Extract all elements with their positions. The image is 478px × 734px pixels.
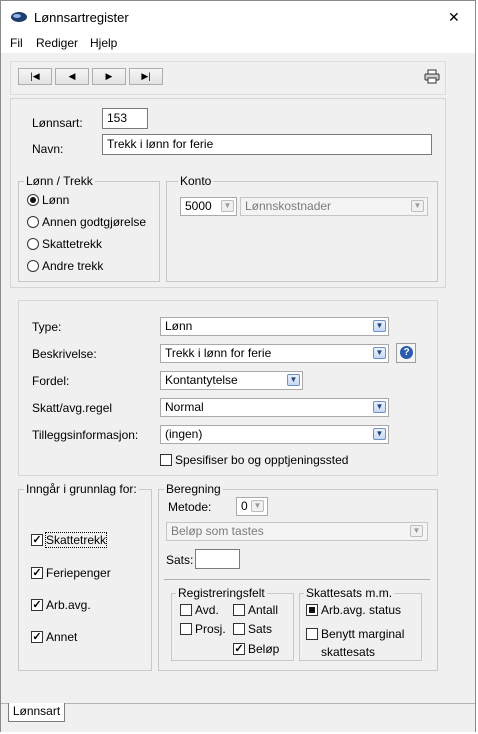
belop-select: Beløp som tastes <box>166 522 428 541</box>
spesifiser-label: Spesifiser bo og opptjeningssted <box>175 453 349 467</box>
belop-dropdown: ▼ <box>410 525 423 537</box>
type-select[interactable]: Lønn <box>160 317 389 336</box>
skatt-select[interactable]: Normal <box>160 398 389 417</box>
type-dropdown[interactable]: ▼ <box>373 320 386 332</box>
konto-number-dropdown[interactable]: ▼ <box>221 200 234 212</box>
menu-rediger[interactable]: Rediger <box>36 36 78 50</box>
radio-annen-godtgjorelse[interactable] <box>27 216 39 228</box>
konto-legend: Konto <box>178 174 214 188</box>
sats-field[interactable] <box>195 549 240 569</box>
konto-name-select: Lønnskostnader <box>240 197 428 216</box>
feriepenger-checkbox[interactable]: ✓ <box>31 567 43 579</box>
annet-label: Annet <box>46 630 78 644</box>
help-icon: ? <box>400 346 413 359</box>
menu-hjelp[interactable]: Hjelp <box>90 36 117 50</box>
avd-label: Avd. <box>195 603 219 617</box>
last-record-button[interactable]: ▶| <box>129 68 163 85</box>
tillegg-select[interactable]: (ingen) <box>160 425 389 444</box>
lonn-trekk-legend: Lønn / Trekk <box>24 174 95 188</box>
grunnlag-legend: Inngår i grunnlag for: <box>24 482 139 496</box>
grunnlag-group <box>18 489 152 671</box>
beskrivelse-label: Beskrivelse: <box>32 347 97 361</box>
lonnsart-label: Lønnsart: <box>32 116 83 130</box>
previous-record-button[interactable]: ◀ <box>55 68 89 85</box>
window-title: Lønnsartregister <box>34 10 129 25</box>
radio-lonn[interactable] <box>27 194 39 206</box>
metode-label: Metode: <box>168 500 212 514</box>
menu-fil[interactable]: Fil <box>10 36 23 50</box>
navn-field[interactable]: Trekk i lønn for ferie <box>102 134 432 155</box>
beskrivelse-dropdown[interactable]: ▼ <box>373 347 386 359</box>
annet-checkbox[interactable]: ✓ <box>31 631 43 643</box>
tillegg-label: Tilleggsinformasjon: <box>32 428 139 442</box>
lonnsart-field[interactable]: 153 <box>102 108 148 129</box>
prosj-label: Prosj. <box>195 622 226 636</box>
beregning-legend: Beregning <box>164 482 223 496</box>
marginal-checkbox[interactable] <box>306 628 318 640</box>
antall-checkbox[interactable] <box>233 604 245 616</box>
antall-label: Antall <box>248 603 279 617</box>
skatt-dropdown[interactable]: ▼ <box>373 401 386 413</box>
beregning-divider <box>164 579 430 580</box>
type-label: Type: <box>32 320 62 334</box>
navn-label: Navn: <box>32 142 64 156</box>
feriepenger-label: Feriepenger <box>46 566 111 580</box>
close-icon[interactable]: ✕ <box>448 9 460 26</box>
tillegg-dropdown[interactable]: ▼ <box>373 428 386 440</box>
avd-checkbox[interactable] <box>180 604 192 616</box>
marginal-label-line1: Benytt marginal <box>321 627 405 641</box>
konto-name-dropdown: ▼ <box>411 200 424 212</box>
next-record-button[interactable]: ▶ <box>92 68 126 85</box>
fordel-label: Fordel: <box>32 374 70 388</box>
fordel-dropdown[interactable]: ▼ <box>287 374 300 386</box>
printer-icon[interactable] <box>424 69 440 84</box>
belop-label: Beløp <box>248 642 280 656</box>
arbavg-status-label: Arb.avg. status <box>321 603 402 617</box>
sats-label: Sats: <box>166 553 194 567</box>
first-record-button[interactable]: |◀ <box>18 68 52 85</box>
skatt-label: Skatt/avg.regel <box>32 401 113 415</box>
beskrivelse-select[interactable]: Trekk i lønn for ferie <box>160 344 389 363</box>
radio-annen-godtgjorelse-label: Annen godtgjørelse <box>42 215 147 229</box>
metode-dropdown[interactable]: ▼ <box>251 500 264 512</box>
radio-skattetrekk-label: Skattetrekk <box>42 237 103 251</box>
arbavg-status-checkbox[interactable] <box>306 604 318 616</box>
radio-andre-trekk-label: Andre trekk <box>42 259 104 273</box>
belop-checkbox[interactable]: ✓ <box>233 643 245 655</box>
fordel-select[interactable]: Kontantytelse <box>160 371 303 390</box>
spesifiser-checkbox[interactable] <box>160 454 172 466</box>
tab-lonnsart[interactable]: Lønnsart <box>8 703 65 722</box>
tab-strip <box>1 703 475 732</box>
sats-checkbox-label: Sats <box>248 622 273 636</box>
help-button[interactable]: ? <box>396 343 416 363</box>
sats-checkbox[interactable] <box>233 623 245 635</box>
radio-lonn-label: Lønn <box>42 193 70 207</box>
arbavg-label: Arb.avg. <box>46 598 91 612</box>
skattesats-legend: Skattesats m.m. <box>304 586 395 600</box>
prosj-checkbox[interactable] <box>180 623 192 635</box>
radio-skattetrekk[interactable] <box>27 238 39 250</box>
skattetrekk-label: Skattetrekk <box>44 532 108 548</box>
arbavg-checkbox[interactable]: ✓ <box>31 599 43 611</box>
marginal-label-line2: skattesats <box>321 645 376 659</box>
registreringsfelt-legend: Registreringsfelt <box>176 586 267 600</box>
app-icon <box>10 11 28 23</box>
radio-andre-trekk[interactable] <box>27 260 39 272</box>
skattetrekk-checkbox[interactable]: ✓ <box>31 534 43 546</box>
